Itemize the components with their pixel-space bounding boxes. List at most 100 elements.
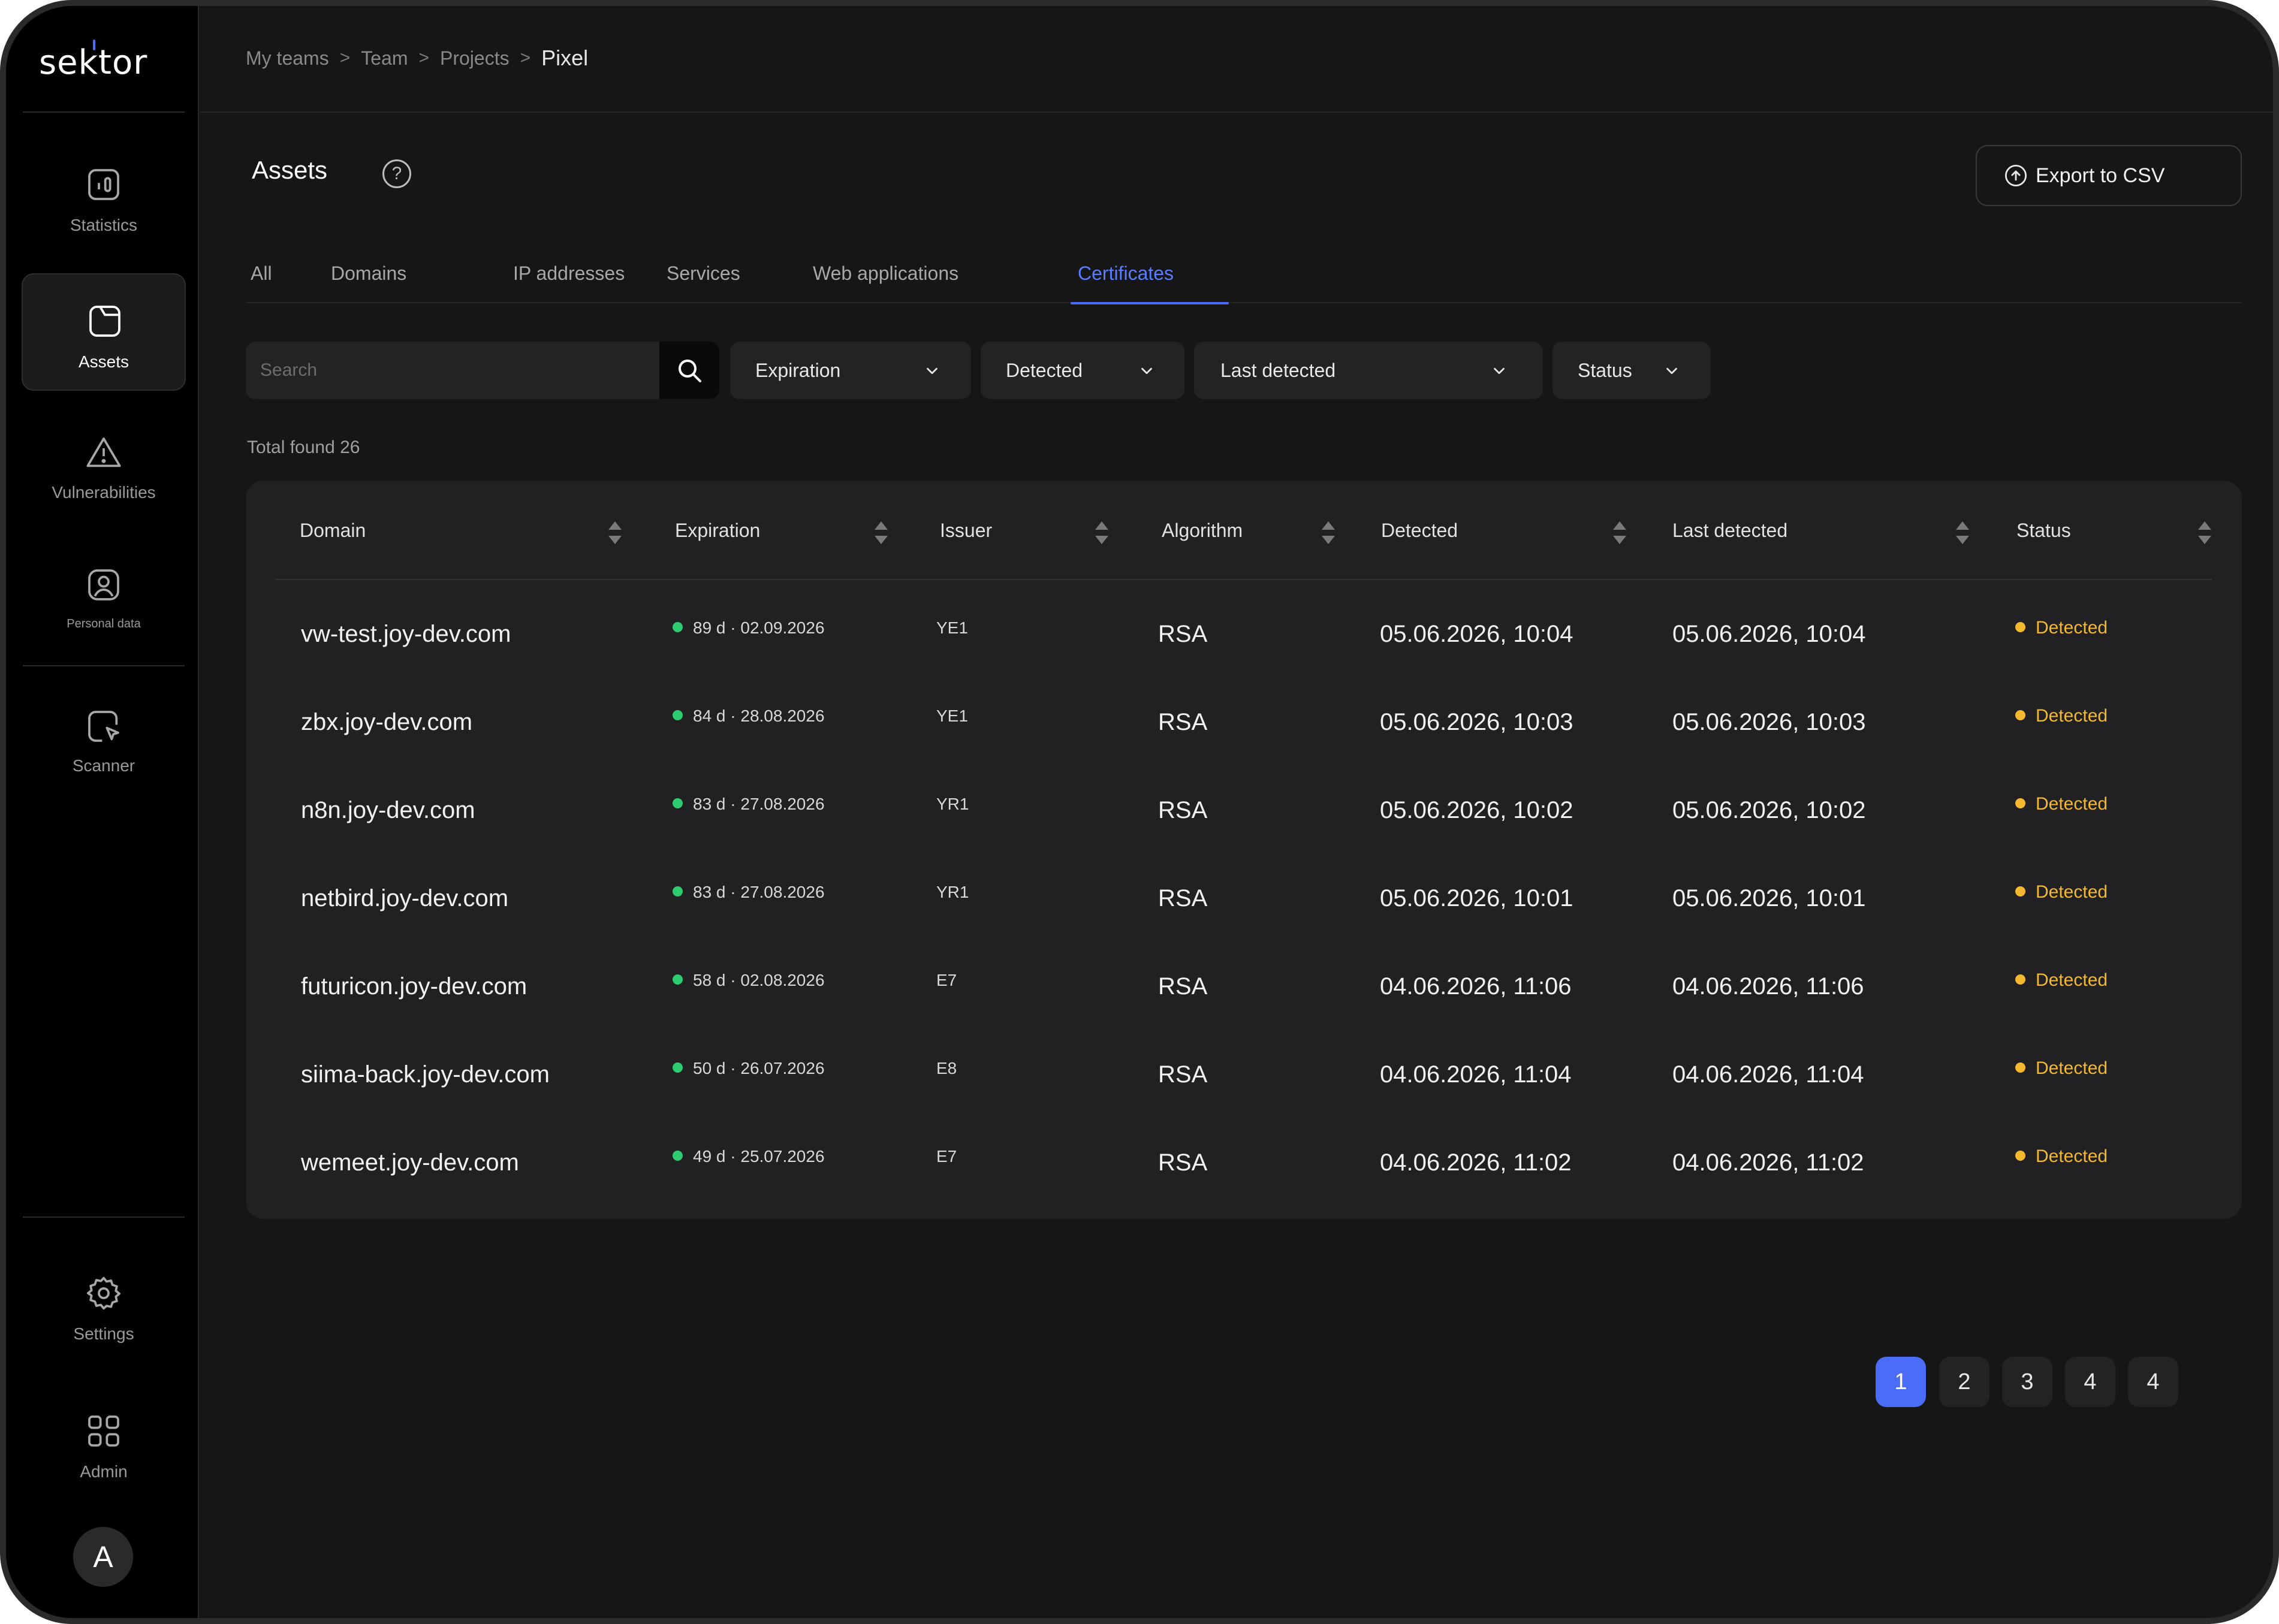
- tab-services[interactable]: Services: [667, 246, 740, 303]
- cell-domain[interactable]: zbx.joy-dev.com: [301, 677, 472, 765]
- table-row[interactable]: wemeet.joy-dev.com 49 d · 25.07.2026 E7 RSA…: [276, 1118, 2212, 1206]
- search-field: [246, 342, 719, 399]
- sort-icon[interactable]: [608, 521, 622, 544]
- top-bar: My teams > Team > Projects > Pixel: [200, 6, 2273, 113]
- breadcrumb-item-projects[interactable]: Projects: [440, 47, 510, 70]
- sidebar-item-admin[interactable]: Admin: [22, 1384, 186, 1502]
- column-header-issuer[interactable]: Issuer: [940, 481, 992, 580]
- personal-data-icon: [88, 569, 119, 600]
- assets-icon: [89, 306, 120, 337]
- cell-issuer: E7: [936, 971, 957, 989]
- sort-icon[interactable]: [1955, 521, 1970, 544]
- sidebar-item-label: Statistics: [70, 216, 138, 234]
- export-csv-button[interactable]: Export to CSV: [1976, 145, 2242, 206]
- detected-filter[interactable]: Detected: [981, 342, 1184, 399]
- page-button-4-duplicate[interactable]: 4: [2128, 1357, 2178, 1407]
- column-header-detected[interactable]: Detected: [1381, 481, 1458, 580]
- column-header-algorithm[interactable]: Algorithm: [1162, 481, 1243, 580]
- expiration-value: 83 d · 27.08.2026: [693, 883, 825, 901]
- expiration-filter[interactable]: Expiration: [730, 342, 971, 399]
- tab-all[interactable]: All: [251, 246, 272, 303]
- avatar[interactable]: A: [73, 1527, 133, 1587]
- cell-issuer: YE1: [936, 618, 968, 637]
- page-button-4[interactable]: 4: [2065, 1357, 2115, 1407]
- breadcrumb-item-my-teams[interactable]: My teams: [246, 47, 329, 70]
- breadcrumb-item-team[interactable]: Team: [361, 47, 408, 70]
- grid-icon: [88, 1415, 119, 1447]
- table-row[interactable]: zbx.joy-dev.com 84 d · 28.08.2026 YE1 RSA 05…: [276, 677, 2212, 765]
- upload-icon: [2004, 164, 2027, 187]
- sort-icon[interactable]: [2197, 521, 2212, 544]
- sidebar: sektor Statistics Assets Vulnerabilities…: [6, 6, 199, 1618]
- search-button[interactable]: [659, 342, 719, 399]
- sidebar-item-settings[interactable]: Settings: [22, 1246, 186, 1364]
- scanner-icon: [88, 711, 119, 742]
- expiration-indicator: [673, 798, 683, 808]
- cell-expiration: 50 d · 26.07.2026: [673, 1030, 825, 1118]
- cell-expiration: 84 d · 28.08.2026: [673, 677, 825, 765]
- status-indicator: [2015, 622, 2025, 632]
- logo[interactable]: sektor: [39, 40, 165, 85]
- cell-domain[interactable]: wemeet.joy-dev.com: [301, 1118, 519, 1206]
- tab-domains[interactable]: Domains: [331, 246, 406, 303]
- tab-ip-addresses[interactable]: IP addresses: [513, 246, 625, 303]
- cell-detected: 04.06.2026, 11:06: [1380, 973, 1572, 1000]
- sort-icon[interactable]: [874, 521, 888, 544]
- sidebar-item-vulnerabilities[interactable]: Vulnerabilities: [22, 406, 186, 524]
- cell-algorithm: RSA: [1158, 1149, 1208, 1176]
- cell-detected: 05.06.2026, 10:02: [1380, 797, 1573, 823]
- table-row[interactable]: netbird.joy-dev.com 83 d · 27.08.2026 YR1 R…: [276, 853, 2212, 941]
- status-value: Detected: [2036, 794, 2108, 814]
- status-indicator: [2015, 974, 2025, 985]
- status-badge: Detected: [2015, 765, 2108, 853]
- logo-accent-mark: [93, 40, 95, 50]
- sort-icon[interactable]: [1095, 521, 1109, 544]
- sidebar-item-scanner[interactable]: Scanner: [22, 680, 186, 797]
- sort-icon[interactable]: [1321, 521, 1336, 544]
- page-button-1[interactable]: 1: [1876, 1357, 1926, 1407]
- page-button-2[interactable]: 2: [1939, 1357, 1989, 1407]
- status-value: Detected: [2036, 970, 2108, 990]
- table-row[interactable]: futuricon.joy-dev.com 58 d · 02.08.2026 E7…: [276, 941, 2212, 1030]
- cell-algorithm: RSA: [1158, 621, 1208, 647]
- cell-domain[interactable]: netbird.joy-dev.com: [301, 853, 508, 941]
- chevron-down-icon: [1666, 367, 1677, 375]
- cell-detected: 05.06.2026, 10:03: [1380, 709, 1573, 735]
- expiration-value: 49 d · 25.07.2026: [693, 1147, 825, 1166]
- sidebar-item-assets[interactable]: Assets: [22, 273, 186, 391]
- status-indicator: [2015, 1062, 2025, 1073]
- help-icon[interactable]: ?: [382, 159, 411, 188]
- expiration-value: 84 d · 28.08.2026: [693, 707, 825, 725]
- cell-domain[interactable]: futuricon.joy-dev.com: [301, 941, 527, 1030]
- cell-last-detected: 04.06.2026, 11:06: [1672, 973, 1864, 1000]
- cell-domain[interactable]: n8n.joy-dev.com: [301, 765, 475, 853]
- cell-last-detected: 04.06.2026, 11:04: [1672, 1061, 1864, 1088]
- sidebar-divider: [23, 665, 185, 666]
- column-header-expiration[interactable]: Expiration: [675, 481, 760, 580]
- breadcrumb-current: Pixel: [541, 46, 589, 70]
- cell-algorithm: RSA: [1158, 1061, 1208, 1088]
- tab-certificates[interactable]: Certificates: [1070, 246, 1229, 304]
- table-row[interactable]: n8n.joy-dev.com 83 d · 27.08.2026 YR1 RSA 05…: [276, 765, 2212, 853]
- cell-algorithm: RSA: [1158, 797, 1208, 823]
- sort-icon[interactable]: [1612, 521, 1627, 544]
- cell-issuer: YR1: [936, 883, 969, 901]
- column-header-status[interactable]: Status: [2016, 481, 2071, 580]
- cell-domain[interactable]: siima-back.joy-dev.com: [301, 1030, 550, 1118]
- cell-domain[interactable]: vw-test.joy-dev.com: [301, 589, 511, 677]
- expiration-indicator: [673, 886, 683, 896]
- sidebar-item-personal-data[interactable]: Personal data: [22, 538, 186, 656]
- tab-web-applications[interactable]: Web applications: [813, 246, 958, 303]
- table-row[interactable]: siima-back.joy-dev.com 50 d · 26.07.2026 E…: [276, 1030, 2212, 1118]
- sidebar-item-statistics[interactable]: Statistics: [22, 138, 186, 255]
- last-detected-filter[interactable]: Last detected: [1194, 342, 1543, 399]
- search-input[interactable]: [260, 342, 644, 399]
- column-header-last-detected[interactable]: Last detected: [1672, 481, 1787, 580]
- sidebar-item-label: Assets: [78, 352, 129, 371]
- total-found: Total found 26: [247, 437, 360, 457]
- table-row[interactable]: vw-test.joy-dev.com 89 d · 02.09.2026 YE1 R…: [276, 589, 2212, 677]
- column-header-domain[interactable]: Domain: [300, 481, 366, 580]
- cell-expiration: 83 d · 27.08.2026: [673, 765, 825, 853]
- status-filter[interactable]: Status: [1553, 342, 1711, 399]
- page-button-3[interactable]: 3: [2002, 1357, 2052, 1407]
